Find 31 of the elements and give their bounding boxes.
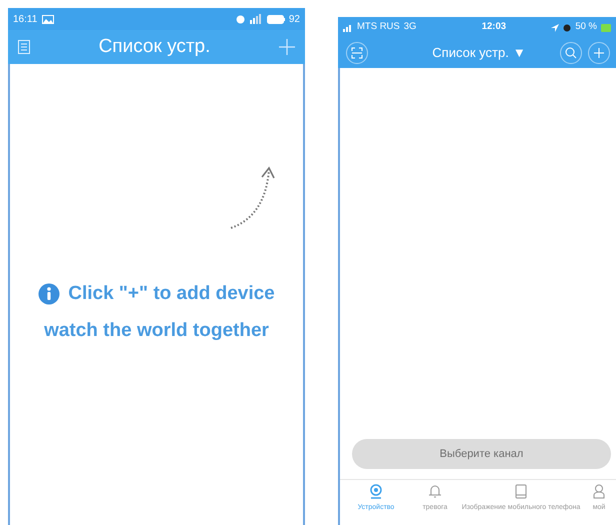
camera-icon xyxy=(369,484,383,499)
location-icon xyxy=(551,24,560,32)
person-icon xyxy=(592,484,606,499)
signal-icon xyxy=(343,24,353,32)
add-button[interactable] xyxy=(588,42,610,64)
search-icon xyxy=(565,47,577,59)
battery-icon xyxy=(266,14,285,24)
screen-title: Список устр. xyxy=(432,44,509,62)
carrier-name: MTS RUS xyxy=(357,20,400,34)
image-icon xyxy=(42,14,54,24)
dotted-arrow-icon xyxy=(229,164,277,232)
battery-icon xyxy=(601,24,611,32)
network-type: 3G xyxy=(404,20,416,34)
plus-icon[interactable] xyxy=(279,39,295,55)
phone-icon xyxy=(514,484,528,499)
message-text: watch the world together xyxy=(44,318,269,342)
bell-icon xyxy=(428,484,442,499)
search-button[interactable] xyxy=(560,42,582,64)
battery-level: 50 % xyxy=(575,20,597,34)
screen-title: Список устр. xyxy=(98,34,212,59)
dropdown-arrow[interactable]: ▼ xyxy=(512,43,526,63)
message-text: Click "+" to add device xyxy=(68,282,275,306)
list-icon[interactable] xyxy=(18,40,30,54)
info-icon xyxy=(38,283,60,306)
signal-icon xyxy=(250,14,262,24)
status-time: 16:11 xyxy=(13,12,38,26)
status-time: 12:03 xyxy=(482,21,506,32)
battery-level: 92 xyxy=(288,12,300,26)
plus-icon xyxy=(593,47,605,59)
scan-icon xyxy=(351,47,363,59)
scan-button[interactable] xyxy=(346,42,368,64)
